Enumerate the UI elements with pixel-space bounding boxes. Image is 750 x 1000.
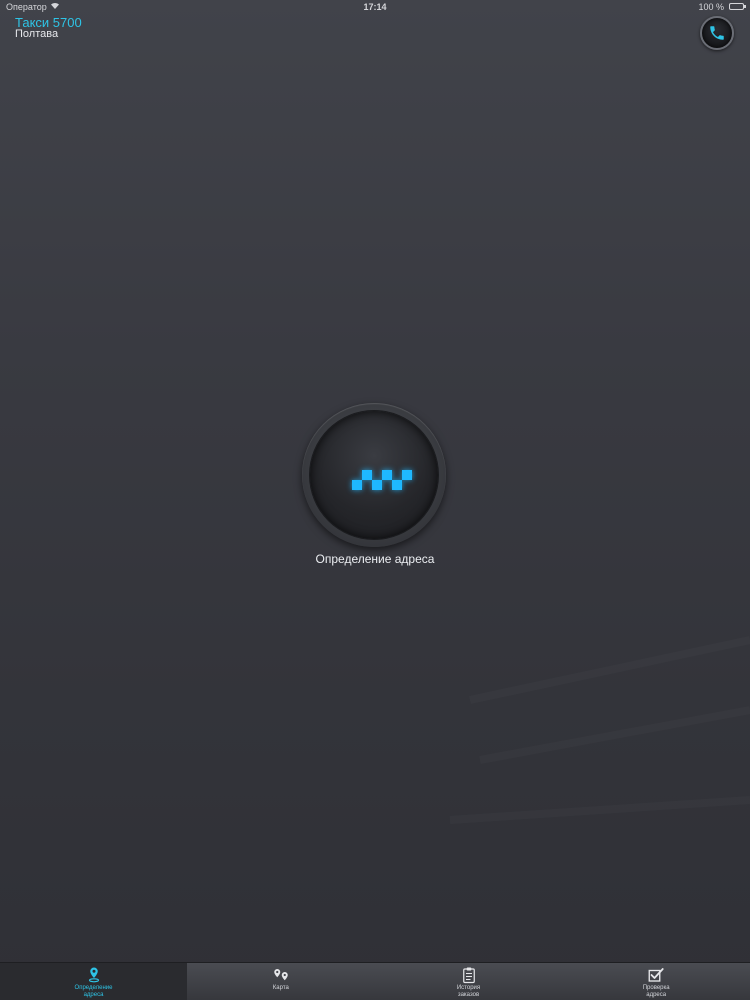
phone-icon [710, 26, 724, 40]
call-button[interactable] [700, 16, 734, 50]
checkbox-icon [648, 968, 664, 982]
tab-label: Проверка адреса [642, 985, 670, 998]
loading-label: Определение адреса [315, 552, 435, 566]
battery-percent: 100 % [698, 2, 724, 12]
taxi-checker-icon [352, 466, 412, 490]
tab-label: Карта [272, 985, 289, 991]
tab-bar: Определение адреса Карта История заказов… [0, 962, 750, 1000]
location-pin-icon [88, 967, 99, 983]
status-time: 17:14 [363, 2, 387, 12]
status-bar: Оператор 17:14 100 % [0, 0, 750, 14]
map-pins-icon [274, 969, 288, 981]
tab-label: Определение адреса [74, 985, 113, 998]
tab-address-detection[interactable]: Определение адреса [0, 963, 187, 1000]
clipboard-icon [462, 967, 475, 984]
tab-order-history[interactable]: История заказов [375, 963, 563, 1000]
tab-map[interactable]: Карта [187, 963, 375, 1000]
tab-label: История заказов [456, 985, 481, 998]
battery-icon [729, 3, 746, 10]
city-label: Полтава [15, 28, 59, 40]
taxi-loader [302, 403, 446, 547]
tab-address-check[interactable]: Проверка адреса [562, 963, 750, 1000]
